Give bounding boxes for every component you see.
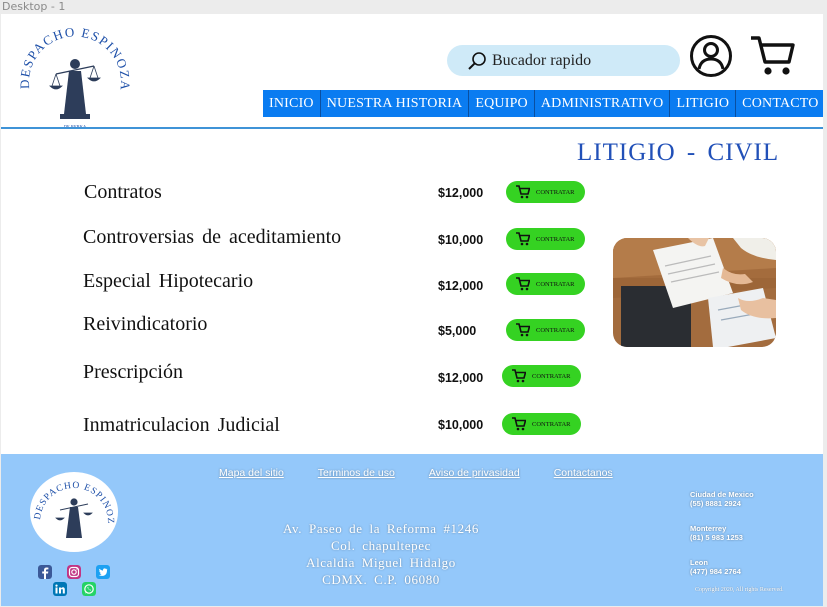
service-name: Especial Hipotecario	[83, 270, 254, 292]
service-name: Reivindicatorio	[83, 313, 208, 335]
page: DESPACHO ESPINOZA DE REBKA Bucado	[1, 14, 823, 606]
nav-item-contacto[interactable]: CONTACTO	[736, 90, 823, 117]
office-city: Ciudad de Mexico	[690, 490, 754, 499]
office-city: Leon	[690, 558, 708, 567]
search-icon	[468, 51, 486, 70]
footer-link-mapa-del-sitio[interactable]: Mapa del sitio	[219, 467, 284, 479]
service-row: Inmatriculacion Judicial $10,000 CONTRAT…	[1, 413, 621, 444]
shopping-cart-icon[interactable]	[749, 34, 795, 78]
contratar-button[interactable]: CONTRATAR	[506, 319, 585, 341]
header-divider	[1, 127, 823, 129]
brand-logo[interactable]: DESPACHO ESPINOZA DE REBKA	[16, 22, 134, 132]
office-city: Monterrey	[690, 524, 727, 533]
nav-item-equipo[interactable]: EQUIPO	[469, 90, 535, 117]
service-price: $10,000	[438, 233, 484, 247]
frame-label: Desktop - 1	[2, 0, 66, 13]
service-row: Contratos $12,000 CONTRATAR	[1, 181, 621, 211]
service-row: Prescripción $12,000 CONTRATAR	[1, 361, 621, 391]
scales-of-justice-logo-icon: DESPACHO ESPINOZA DE REBKA	[17, 24, 132, 129]
copyright: Copyright 2020, All rights Reserved.	[695, 587, 784, 593]
contratar-label: CONTRATAR	[536, 188, 575, 196]
contratar-label: CONTRATAR	[532, 420, 571, 428]
office-leon: Leon (477) 984 2764	[690, 558, 754, 576]
office-phone: (477) 984 2764	[690, 567, 741, 576]
cart-icon	[516, 323, 530, 337]
office-cdmx: Ciudad de Mexico (55) 8881 2924	[690, 490, 754, 508]
service-price: $10,000	[438, 418, 484, 432]
linkedin-icon[interactable]	[53, 582, 67, 596]
footer-links: Mapa del sitio Terminos de uso Aviso de …	[219, 467, 647, 479]
service-price: $12,000	[438, 186, 484, 200]
address-line: Av. Paseo de la Reforma #1246	[283, 521, 479, 536]
contratar-button[interactable]: CONTRATAR	[506, 181, 585, 203]
service-name: Inmatriculacion Judicial	[83, 414, 280, 436]
office-phone: (55) 8881 2924	[690, 499, 741, 508]
search-bar[interactable]: Bucador rapido	[447, 45, 680, 76]
contratar-button[interactable]: CONTRATAR	[506, 228, 585, 250]
contratar-button[interactable]: CONTRATAR	[502, 365, 581, 387]
service-price: $12,000	[438, 279, 484, 293]
nav-item-inicio[interactable]: INICIO	[263, 90, 321, 117]
nav-item-administrativo[interactable]: ADMINISTRATIVO	[534, 90, 671, 117]
address-line: Col. chapultepec	[331, 538, 431, 553]
footer-logo[interactable]: DESPACHO ESPINOZA	[30, 472, 118, 552]
service-row: Especial Hipotecario $12,000 CONTRATAR	[1, 270, 621, 300]
contratar-label: CONTRATAR	[532, 372, 571, 380]
contratar-button[interactable]: CONTRATAR	[502, 413, 581, 435]
contratar-label: CONTRATAR	[536, 280, 575, 288]
service-row: Reivindicatorio $5,000 CONTRATAR	[1, 313, 621, 343]
service-name: Controversias de aceditamiento	[83, 226, 342, 248]
footer-link-terminos-de-uso[interactable]: Terminos de uso	[318, 467, 395, 479]
footer: DESPACHO ESPINOZA Mapa del sitio Termino…	[1, 454, 823, 606]
contratar-button[interactable]: CONTRATAR	[506, 273, 585, 295]
nav-item-litigio[interactable]: LITIGIO	[670, 90, 737, 117]
footer-link-contactanos[interactable]: Contactanos	[554, 467, 613, 479]
cart-icon	[516, 232, 530, 246]
nav-item-nuestra-historia[interactable]: NUESTRA HISTORIA	[320, 90, 470, 117]
service-name: Prescripción	[83, 361, 183, 383]
contratar-label: CONTRATAR	[536, 235, 575, 243]
cart-icon	[512, 417, 526, 431]
main-nav: INICIO NUESTRA HISTORIA EQUIPO ADMINISTR…	[263, 90, 823, 117]
office-monterrey: Monterrey (81) 5 983 1253	[690, 524, 754, 542]
twitter-icon[interactable]	[96, 565, 110, 579]
cart-icon	[512, 369, 526, 383]
footer-link-aviso-de-privasidad[interactable]: Aviso de privasidad	[429, 467, 520, 479]
contratar-label: CONTRATAR	[536, 326, 575, 334]
contract-signing-photo	[613, 238, 776, 347]
whatsapp-icon[interactable]	[82, 582, 96, 596]
page-title: LITIGIO - CIVIL	[577, 139, 780, 166]
service-price: $5,000	[438, 324, 477, 338]
footer-offices: Ciudad de Mexico (55) 8881 2924 Monterre…	[690, 490, 754, 592]
scales-of-justice-logo-icon: DESPACHO ESPINOZA	[30, 472, 114, 538]
user-account-icon[interactable]	[689, 34, 733, 78]
service-name: Contratos	[84, 181, 162, 203]
service-row: Controversias de aceditamiento $10,000 C…	[1, 226, 621, 256]
service-price: $12,000	[438, 371, 484, 385]
address-line: CDMX. C.P. 06080	[322, 572, 440, 587]
office-phone: (81) 5 983 1253	[690, 533, 743, 542]
cart-icon	[516, 277, 530, 291]
instagram-icon[interactable]	[67, 565, 81, 579]
search-placeholder: Bucador rapido	[492, 51, 592, 69]
cart-icon	[516, 185, 530, 199]
address-line: Alcaldia Miguel Hidalgo	[306, 555, 456, 570]
footer-address: Av. Paseo de la Reforma #1246 Col. chapu…	[271, 520, 491, 588]
facebook-icon[interactable]	[38, 565, 52, 579]
